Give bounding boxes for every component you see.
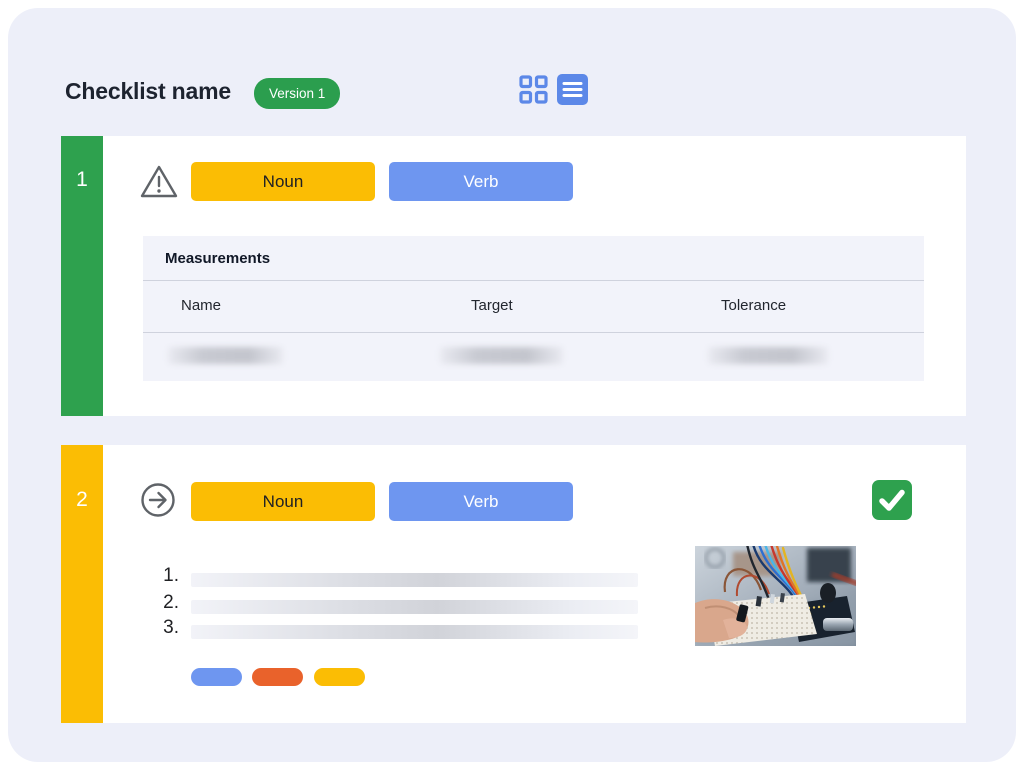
completed-checkbox-icon[interactable] (872, 480, 912, 520)
step-2-number: 2 (61, 488, 103, 512)
tag-pill-yellow[interactable] (314, 668, 365, 686)
arrow-right-circle-icon (139, 481, 177, 519)
step-2-number-bar: 2 (61, 445, 103, 723)
version-badge: Version 1 (254, 78, 340, 109)
checklist-card: Checklist name Version 1 (8, 8, 1016, 762)
list-item-placeholder (191, 573, 638, 587)
step-1-number-bar: 1 (61, 136, 103, 416)
list-item-placeholder (191, 625, 638, 639)
noun-button-step1[interactable]: Noun (191, 162, 375, 201)
screenshot-stage: Checklist name Version 1 (0, 0, 1024, 770)
step-2-card: 2 Noun Verb 1. 2. 3. (61, 445, 966, 723)
placeholder-cell-target (440, 347, 563, 364)
table-row (143, 333, 924, 381)
placeholder-cell-name (168, 347, 283, 364)
page-title: Checklist name (65, 78, 231, 105)
breadboard-electronics-photo (695, 546, 856, 646)
verb-button-step2[interactable]: Verb (389, 482, 573, 521)
measurements-table-header-row: Name Target Tolerance (143, 281, 924, 333)
list-marker-3: 3. (149, 617, 179, 639)
placeholder-cell-tolerance (708, 347, 828, 364)
list-marker-2: 2. (149, 592, 179, 614)
tag-pill-orange[interactable] (252, 668, 303, 686)
column-header-tolerance: Tolerance (721, 297, 786, 314)
list-marker-1: 1. (149, 565, 179, 587)
tag-pill-blue[interactable] (191, 668, 242, 686)
list-view-icon[interactable] (557, 74, 588, 105)
step-1-number: 1 (61, 168, 103, 192)
warning-triangle-icon (139, 161, 179, 201)
noun-button-step2[interactable]: Noun (191, 482, 375, 521)
measurements-table: Measurements Name Target Tolerance (143, 236, 924, 381)
grid-view-icon[interactable] (518, 74, 549, 105)
verb-button-step1[interactable]: Verb (389, 162, 573, 201)
step-1-card: 1 Noun Verb Measurements Name Target Tol… (61, 136, 966, 416)
column-header-name: Name (181, 297, 221, 314)
measurements-table-title: Measurements (143, 236, 924, 281)
list-item-placeholder (191, 600, 638, 614)
column-header-target: Target (471, 297, 513, 314)
